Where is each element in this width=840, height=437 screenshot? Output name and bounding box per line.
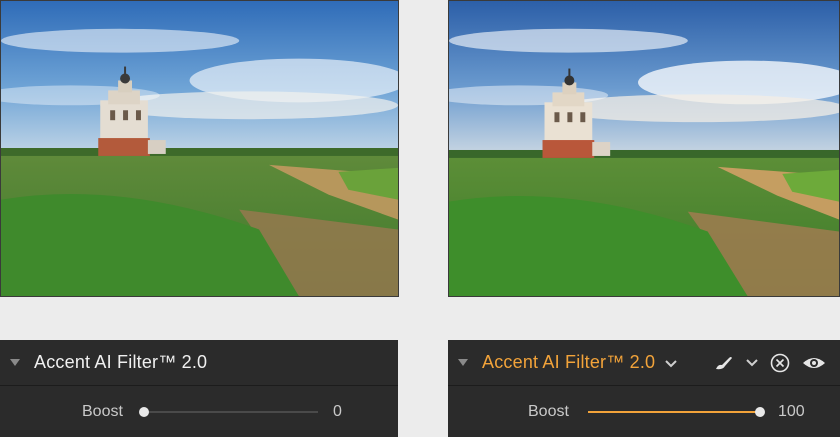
boost-slider-fill	[588, 411, 760, 413]
collapse-triangle-icon[interactable]	[10, 359, 20, 366]
boost-value: 100	[778, 402, 805, 420]
filter-header[interactable]: Accent AI Filter™ 2.0	[0, 340, 398, 386]
boost-slider-handle[interactable]	[139, 407, 149, 417]
brush-icon[interactable]	[714, 355, 734, 371]
boost-label: Boost	[82, 402, 123, 420]
eye-icon[interactable]	[802, 355, 826, 371]
boost-slider-row: Boost 0	[0, 386, 398, 437]
boost-slider-track[interactable]	[588, 407, 765, 417]
boost-slider-row: Boost 100	[448, 386, 840, 437]
photo-before	[0, 0, 399, 297]
collapse-triangle-icon[interactable]	[458, 359, 468, 366]
filter-title: Accent AI Filter™ 2.0	[482, 352, 656, 372]
photo-after	[448, 0, 840, 297]
filter-tools	[714, 340, 826, 386]
filter-panel-right: Accent AI Filter™ 2.0 Boost 100	[448, 340, 840, 437]
brush-menu-chevron-icon[interactable]	[746, 359, 758, 367]
filter-panel-left: Accent AI Filter™ 2.0 Boost 0	[0, 340, 398, 437]
chevron-down-icon[interactable]	[665, 355, 677, 371]
boost-label: Boost	[528, 402, 569, 420]
boost-value: 0	[333, 402, 342, 420]
boost-slider-track[interactable]	[139, 407, 318, 417]
filter-title: Accent AI Filter™ 2.0	[34, 352, 208, 372]
close-circle-icon[interactable]	[770, 353, 790, 373]
filter-header[interactable]: Accent AI Filter™ 2.0	[448, 340, 840, 386]
boost-slider-handle[interactable]	[755, 407, 765, 417]
